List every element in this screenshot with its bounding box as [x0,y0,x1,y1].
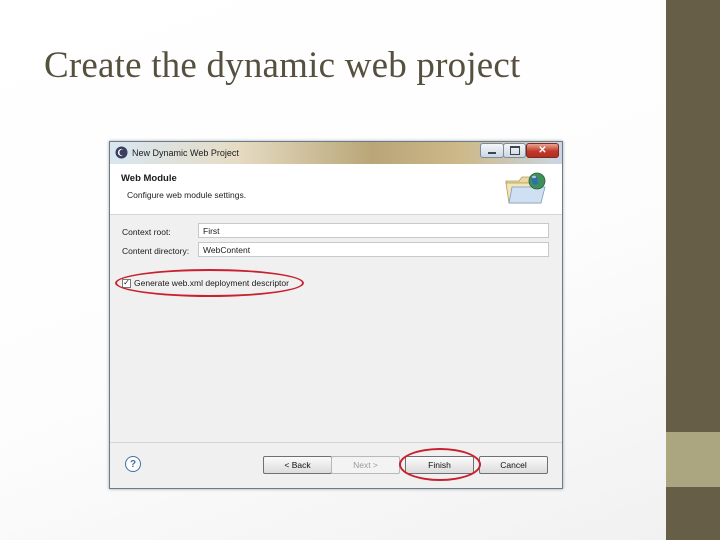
footer-separator [110,442,562,443]
wizard-page-title: Web Module [121,173,177,184]
content-directory-label: Content directory: [122,246,190,256]
dialog-title: New Dynamic Web Project [132,148,239,158]
eclipse-app-icon [115,146,128,159]
wizard-header: Web Module Configure web module settings… [110,164,562,215]
context-root-label: Context root: [122,227,171,237]
next-button[interactable]: Next > [331,456,400,474]
maximize-button[interactable] [503,143,526,158]
generate-web-xml-option[interactable]: ✓ Generate web.xml deployment descriptor [122,278,289,288]
close-icon: ✕ [538,144,547,156]
minimize-button[interactable] [480,143,504,158]
slide-side-accent [666,432,720,487]
help-icon[interactable]: ? [125,456,141,472]
generate-web-xml-label: Generate web.xml deployment descriptor [134,278,289,288]
finish-button[interactable]: Finish [405,456,474,474]
close-button[interactable]: ✕ [526,143,559,158]
generate-web-xml-checkbox[interactable]: ✓ [122,278,131,288]
back-button[interactable]: < Back [263,456,332,474]
wizard-page-description: Configure web module settings. [127,190,247,200]
dialog-titlebar[interactable]: New Dynamic Web Project ✕ [110,142,562,164]
maximize-icon [509,146,520,155]
slide-title: Create the dynamic web project [44,45,521,86]
context-root-input[interactable]: First [198,223,549,238]
new-dynamic-web-project-dialog: New Dynamic Web Project ✕ Web Module Con… [109,141,563,489]
folder-globe-icon [505,172,546,204]
minimize-icon [488,152,496,154]
cancel-button[interactable]: Cancel [479,456,548,474]
content-directory-input[interactable]: WebContent [198,242,549,257]
